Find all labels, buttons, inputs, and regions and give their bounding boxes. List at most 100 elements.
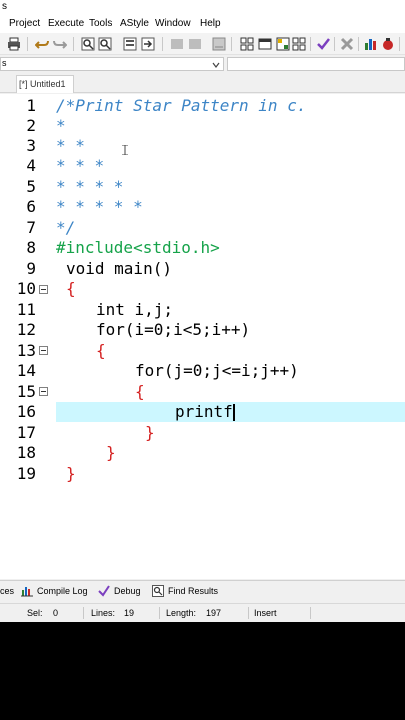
menu-tools[interactable]: Tools bbox=[89, 18, 112, 29]
toolbar-separator bbox=[73, 37, 74, 51]
class-browser-icon[interactable] bbox=[276, 37, 290, 51]
status-insert-mode: Insert bbox=[254, 608, 277, 618]
toolbar-separator bbox=[358, 37, 359, 51]
debug-icon[interactable] bbox=[381, 37, 395, 51]
menu-window[interactable]: Window bbox=[155, 18, 191, 29]
line-number: 1 bbox=[26, 96, 36, 115]
toolbar-separator bbox=[334, 37, 335, 51]
toolbar-separator bbox=[399, 37, 400, 51]
tab-find-results[interactable]: Find Results bbox=[168, 586, 218, 596]
menu-astyle[interactable]: AStyle bbox=[120, 18, 149, 29]
status-bar: Sel: 0 Lines: 19 Length: 197 Insert bbox=[0, 603, 405, 621]
status-separator bbox=[310, 607, 311, 619]
tab-resources[interactable]: ces bbox=[0, 586, 14, 596]
code-line-3: * * bbox=[56, 136, 85, 155]
replace-icon[interactable] bbox=[98, 37, 112, 51]
code-editor[interactable]: 1 2 3 4 5 6 7 8 9 10 11 12 13 14 15 16 1… bbox=[0, 94, 405, 579]
fold-toggle-icon[interactable] bbox=[39, 285, 48, 294]
redo-icon[interactable] bbox=[53, 37, 67, 51]
status-length-value: 197 bbox=[206, 608, 222, 618]
code-line-14: for(j=0;j<=i;j++) bbox=[135, 361, 299, 380]
status-sel-label: Sel: bbox=[27, 608, 43, 618]
tab-compile-log[interactable]: Compile Log bbox=[37, 586, 88, 596]
code-line-8: #include<stdio.h> bbox=[56, 238, 220, 257]
project-view-icon[interactable] bbox=[240, 37, 254, 51]
menu-help[interactable]: Help bbox=[200, 18, 221, 29]
line-number: 11 bbox=[16, 300, 36, 319]
line-number: 8 bbox=[26, 238, 36, 257]
dev-cpp-window: s Project Execute Tools AStyle Window He… bbox=[0, 0, 405, 622]
undo-icon[interactable] bbox=[35, 37, 49, 51]
stop-icon[interactable] bbox=[340, 37, 354, 51]
line-number: 18 bbox=[16, 443, 36, 462]
menu-execute[interactable]: Execute bbox=[48, 18, 84, 29]
back-icon[interactable] bbox=[170, 37, 184, 51]
code-line-5: * * * * bbox=[56, 177, 124, 196]
code-line-16: printf bbox=[175, 402, 233, 421]
menu-project[interactable]: Project bbox=[9, 18, 40, 29]
tab-label: [*] Untitled1 bbox=[19, 79, 66, 89]
ibeam-cursor-icon bbox=[122, 145, 128, 155]
compile-log-icon bbox=[21, 587, 33, 597]
fold-toggle-icon[interactable] bbox=[39, 387, 48, 396]
line-number: 10 bbox=[16, 279, 36, 298]
code-line-12: for(i=0;i<5;i++) bbox=[96, 320, 251, 339]
chart-icon[interactable] bbox=[364, 37, 378, 51]
find-results-icon bbox=[152, 585, 164, 597]
status-lines-value: 19 bbox=[124, 608, 135, 618]
code-line-11: int i,j; bbox=[96, 300, 174, 319]
menu-bar: Project Execute Tools AStyle Window Help bbox=[0, 16, 405, 33]
code-line-17: } bbox=[145, 423, 155, 442]
line-number: 5 bbox=[26, 177, 36, 196]
bottom-panel-tabs: ces Compile Log Debug Find Results bbox=[0, 580, 405, 602]
code-line-10: { bbox=[66, 279, 76, 298]
bookmark-icon[interactable] bbox=[212, 37, 226, 51]
find-next-icon[interactable] bbox=[123, 37, 137, 51]
line-number: 19 bbox=[16, 464, 36, 483]
goto-line-icon[interactable] bbox=[141, 37, 155, 51]
tab-debug[interactable]: Debug bbox=[114, 586, 141, 596]
print-icon[interactable] bbox=[7, 37, 21, 51]
code-line-13: { bbox=[96, 341, 106, 360]
line-number: 7 bbox=[26, 218, 36, 237]
line-number: 3 bbox=[26, 136, 36, 155]
toolbar-separator bbox=[231, 37, 232, 51]
scope-combo[interactable]: s bbox=[0, 57, 224, 71]
find-icon[interactable] bbox=[81, 37, 95, 51]
forward-icon[interactable] bbox=[188, 37, 202, 51]
line-number: 16 bbox=[16, 402, 36, 421]
tab-untitled1[interactable]: [*] Untitled1 bbox=[16, 75, 74, 93]
code-line-9: void main() bbox=[66, 259, 172, 278]
chevron-down-icon[interactable] bbox=[211, 60, 221, 70]
status-separator bbox=[159, 607, 160, 619]
toolbar-separator bbox=[162, 37, 163, 51]
symbol-combo[interactable] bbox=[227, 57, 405, 71]
toolbar-separator bbox=[310, 37, 311, 51]
status-separator bbox=[248, 607, 249, 619]
line-number: 14 bbox=[16, 361, 36, 380]
line-number: 13 bbox=[16, 341, 36, 360]
code-line-1: /*Print Star Pattern in c. bbox=[56, 96, 307, 115]
tile-windows-icon[interactable] bbox=[292, 37, 306, 51]
line-number: 9 bbox=[26, 259, 36, 278]
line-number: 6 bbox=[26, 197, 36, 216]
line-number: 12 bbox=[16, 320, 36, 339]
editor-tab-strip: [*] Untitled1 bbox=[0, 73, 405, 93]
fullscreen-icon[interactable] bbox=[258, 37, 272, 51]
fold-toggle-icon[interactable] bbox=[39, 346, 48, 355]
line-number: 4 bbox=[26, 156, 36, 175]
line-number: 17 bbox=[16, 423, 36, 442]
status-sel-value: 0 bbox=[53, 608, 59, 618]
code-line-15: { bbox=[135, 382, 145, 401]
line-number: 2 bbox=[26, 116, 36, 135]
line-number: 15 bbox=[16, 382, 36, 401]
toolbar-separator bbox=[27, 37, 28, 51]
code-line-7: */ bbox=[56, 218, 76, 237]
code-line-4: * * * bbox=[56, 156, 105, 175]
compiler-combo-bar: s bbox=[0, 56, 405, 72]
check-syntax-icon[interactable] bbox=[316, 37, 330, 51]
code-line-2: * bbox=[56, 116, 66, 135]
code-line-19: } bbox=[66, 464, 76, 483]
debug-check-icon bbox=[98, 585, 110, 597]
status-length-label: Length: bbox=[166, 608, 197, 618]
